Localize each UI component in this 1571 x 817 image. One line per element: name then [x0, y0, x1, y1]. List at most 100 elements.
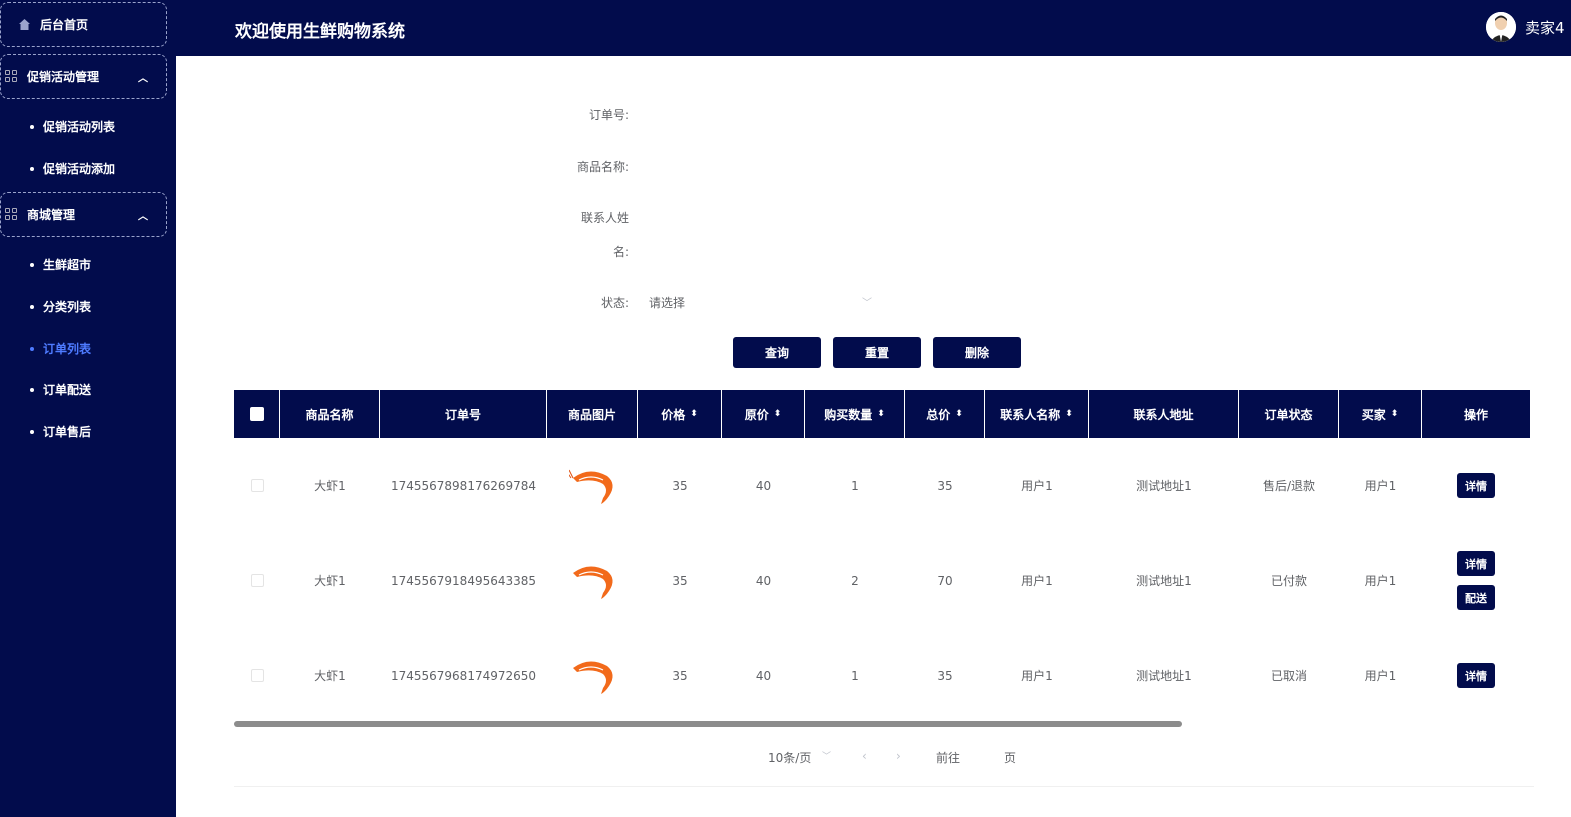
page-title: 欢迎使用生鲜购物系统: [235, 22, 405, 42]
detail-button[interactable]: 详情: [1457, 473, 1495, 498]
bullet-icon: [30, 429, 34, 434]
cell-original-price: 40: [755, 478, 772, 493]
avatar[interactable]: [1486, 12, 1516, 42]
cell-product-name: 大虾1: [314, 669, 346, 683]
sort-icon[interactable]: ⬍: [1065, 409, 1073, 419]
sidebar-item-label: 生鲜超市: [43, 258, 92, 272]
contact-name-label-cont: 名:: [612, 245, 629, 259]
col-order-no: 订单号: [380, 390, 547, 438]
row-checkbox[interactable]: [250, 669, 264, 682]
chevron-down-icon[interactable]: ﹀: [862, 294, 872, 309]
reset-button[interactable]: 重置: [833, 337, 921, 368]
page-label: 页: [1004, 751, 1017, 765]
col-contact-name[interactable]: 联系人名称 ⬍: [985, 390, 1089, 438]
row-checkbox[interactable]: [250, 479, 264, 492]
detail-button[interactable]: 详情: [1457, 663, 1495, 688]
cell-contact-name: 用户1: [1021, 574, 1053, 588]
row-select-cell: [234, 438, 280, 533]
sidebar-item-supermarket[interactable]: 生鲜超市: [30, 256, 91, 273]
top-header: 欢迎使用生鲜购物系统 卖家4: [176, 0, 1571, 56]
query-button[interactable]: 查询: [733, 337, 821, 368]
chevron-up-icon: ︿: [138, 211, 148, 222]
col-product-name: 商品名称: [280, 390, 380, 438]
page-size-select[interactable]: 10条/页: [768, 749, 811, 766]
select-all-checkbox[interactable]: [249, 407, 264, 421]
cell-price: 35: [672, 573, 688, 588]
sidebar-item-label: 订单售后: [43, 425, 92, 439]
delete-button[interactable]: 删除: [933, 337, 1021, 368]
horizontal-scrollbar[interactable]: [234, 721, 1182, 727]
cell-price: 35: [672, 668, 688, 683]
cell-buyer: 用户1: [1364, 574, 1397, 588]
sidebar-item-order-aftersale[interactable]: 订单售后: [30, 423, 91, 440]
status-select[interactable]: 请选择: [649, 294, 685, 311]
sort-icon[interactable]: ⬍: [690, 409, 698, 419]
cell-order-status: 售后/退款: [1262, 479, 1316, 493]
col-contact-address: 联系人地址: [1089, 390, 1239, 438]
sort-icon[interactable]: ⬍: [774, 409, 782, 419]
goto-label: 前往: [936, 751, 961, 765]
product-name-label: 商品名称:: [576, 160, 629, 174]
sidebar-group-promotion[interactable]: 促销活动管理 ︿: [0, 54, 167, 99]
chevron-down-icon[interactable]: ﹀: [822, 749, 831, 762]
table-row: 大虾1 1745567898176269784 35 40 1 35 用户1 测…: [234, 438, 1530, 533]
sidebar-item-label: 促销活动列表: [43, 120, 116, 134]
cell-order-status: 已取消: [1270, 669, 1307, 683]
sort-icon[interactable]: ⬍: [955, 409, 963, 419]
row-select-cell: [234, 533, 280, 628]
sort-icon[interactable]: ⬍: [877, 409, 885, 419]
column-label: 商品图片: [567, 407, 616, 422]
sidebar-home[interactable]: 后台首页: [0, 2, 167, 47]
divider: [234, 786, 1534, 787]
sort-icon[interactable]: ⬍: [1391, 409, 1399, 419]
cell-order-no: 1745567918495643385: [390, 573, 537, 588]
col-original-price[interactable]: 原价 ⬍: [722, 390, 805, 438]
table-header: 商品名称 订单号 商品图片 价格 ⬍ 原价 ⬍ 购买数量 ⬍ 总价 ⬍ 联系人名称 ⬍ 联…: [234, 390, 1530, 438]
cell-contact-address: 测试地址1: [1136, 479, 1192, 493]
deliver-button[interactable]: 配送: [1457, 585, 1495, 610]
home-icon: [18, 18, 32, 32]
prev-page-icon[interactable]: ‹: [862, 749, 867, 763]
sidebar-group-label: 促销活动管理: [27, 70, 100, 84]
column-label: 操作: [1463, 407, 1488, 422]
sidebar: 后台首页 促销活动管理 ︿ 促销活动列表 促销活动添加 商城管理 ︿ 生鲜超市 …: [0, 0, 176, 817]
username[interactable]: 卖家4: [1525, 17, 1565, 38]
cell-contact-address: 测试地址1: [1136, 669, 1192, 683]
column-label: 原价: [744, 407, 769, 422]
next-page-icon[interactable]: ›: [896, 749, 901, 763]
cell-price: 35: [672, 478, 688, 493]
sidebar-item-order-list[interactable]: 订单列表: [30, 340, 91, 357]
cell-order-status: 已付款: [1270, 574, 1307, 588]
cell-total: 35: [937, 668, 953, 683]
sidebar-item-category-list[interactable]: 分类列表: [30, 298, 91, 315]
col-price[interactable]: 价格 ⬍: [638, 390, 722, 438]
detail-button[interactable]: 详情: [1457, 551, 1495, 576]
cell-contact-name: 用户1: [1021, 669, 1053, 683]
col-quantity[interactable]: 购买数量 ⬍: [805, 390, 905, 438]
sidebar-item-promotion-list[interactable]: 促销活动列表: [30, 118, 115, 135]
sidebar-item-label: 订单配送: [43, 383, 92, 397]
column-label: 价格: [661, 407, 686, 422]
column-label: 购买数量: [824, 407, 873, 422]
sidebar-item-label: 订单列表: [43, 342, 92, 356]
table-row: 大虾1 1745567968174972650 35 40 1 35 用户1 测…: [234, 628, 1530, 723]
cell-quantity: 1: [851, 668, 859, 683]
sidebar-item-promotion-add[interactable]: 促销活动添加: [30, 160, 115, 177]
sidebar-item-order-delivery[interactable]: 订单配送: [30, 381, 91, 398]
cell-product-image: [547, 628, 638, 723]
chevron-up-icon: ︿: [138, 73, 148, 84]
cell-contact-name: 用户1: [1021, 479, 1053, 493]
col-total[interactable]: 总价 ⬍: [905, 390, 985, 438]
grid-icon: [5, 69, 19, 84]
column-label: 总价: [926, 407, 951, 422]
bullet-icon: [30, 387, 34, 392]
col-buyer[interactable]: 买家 ⬍: [1339, 390, 1422, 438]
shrimp-image: [572, 660, 613, 694]
cell-original-price: 40: [755, 573, 772, 588]
sidebar-item-label: 促销活动添加: [43, 162, 116, 176]
sidebar-group-mall[interactable]: 商城管理 ︿: [0, 192, 167, 237]
col-operations: 操作: [1422, 390, 1530, 438]
column-label: 商品名称: [305, 407, 354, 422]
row-checkbox[interactable]: [250, 574, 264, 587]
cell-order-no: 1745567968174972650: [390, 668, 537, 683]
